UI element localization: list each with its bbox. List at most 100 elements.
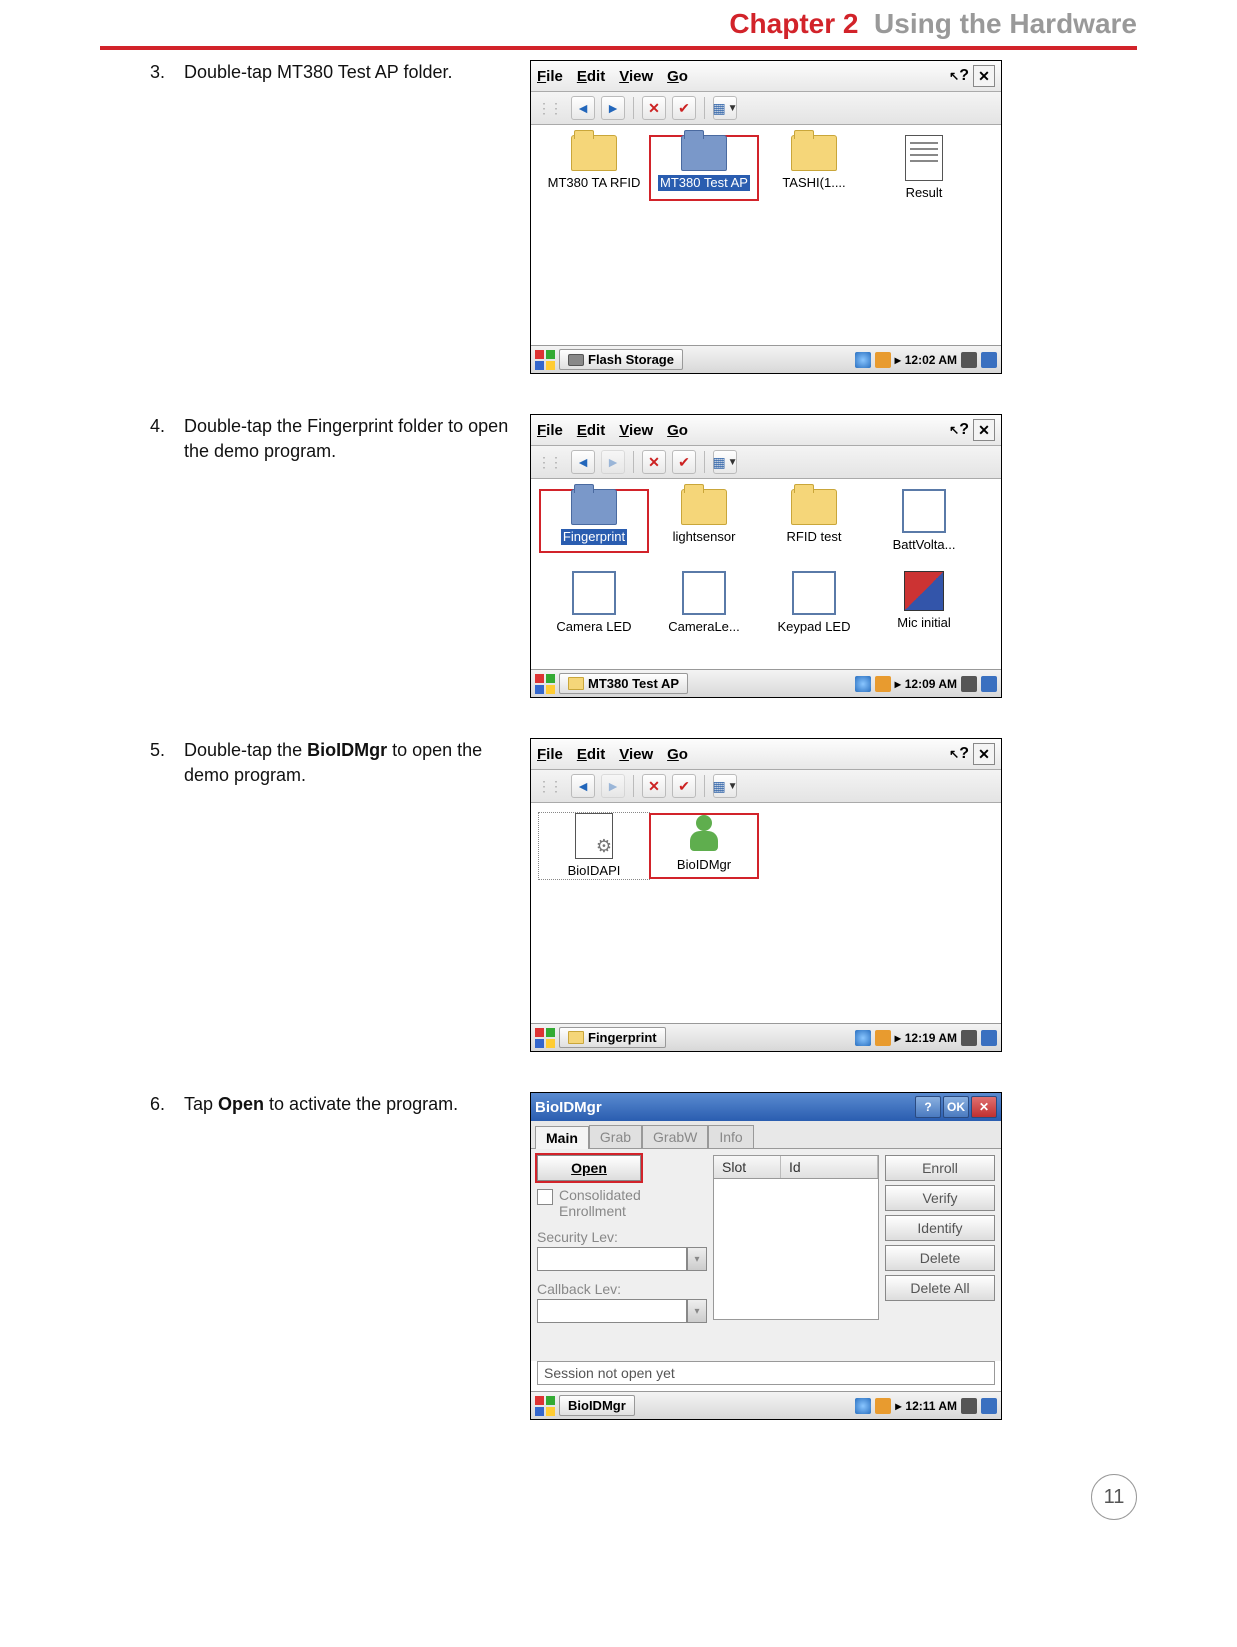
folder-mt380-test-ap[interactable]: MT380 Test AP: [649, 135, 759, 201]
tab-grabw[interactable]: GrabW: [642, 1125, 708, 1148]
close-button[interactable]: ✕: [973, 65, 995, 87]
close-button[interactable]: ✕: [971, 1096, 997, 1118]
folder-rfid-test[interactable]: RFID test: [759, 489, 869, 553]
menu-file[interactable]: File: [537, 746, 563, 763]
taskbar-app-button[interactable]: BioIDMgr: [559, 1395, 635, 1416]
view-mode-button[interactable]: ▦▼: [713, 96, 737, 120]
delete-button[interactable]: ✕: [642, 450, 666, 474]
app-camerale[interactable]: CameraLe...: [649, 571, 759, 635]
folder-mt380-ta-rfid[interactable]: MT380 TA RFID: [539, 135, 649, 201]
verify-button[interactable]: Verify: [885, 1185, 995, 1211]
menu-view[interactable]: View: [619, 422, 653, 439]
system-tray: ▸ 12:02 AM: [855, 352, 997, 368]
start-button[interactable]: [535, 350, 555, 370]
security-level-combo[interactable]: ▾: [537, 1247, 707, 1271]
delete-all-button[interactable]: Delete All: [885, 1275, 995, 1301]
keyboard-icon[interactable]: [961, 676, 977, 692]
open-button[interactable]: Open: [537, 1155, 641, 1181]
start-button[interactable]: [535, 1396, 555, 1416]
app-mic-initial[interactable]: Mic initial: [869, 571, 979, 635]
menu-edit[interactable]: Edit: [577, 746, 605, 763]
check-button[interactable]: ✔: [672, 774, 696, 798]
status-bar: Session not open yet: [537, 1361, 995, 1385]
callback-level-combo[interactable]: ▾: [537, 1299, 707, 1323]
app-battvolta[interactable]: BattVolta...: [869, 489, 979, 553]
keyboard-icon[interactable]: [961, 1030, 977, 1046]
col-id: Id: [781, 1156, 878, 1178]
identify-button[interactable]: Identify: [885, 1215, 995, 1241]
forward-button[interactable]: ►: [601, 96, 625, 120]
list-header: Slot Id: [713, 1155, 879, 1179]
taskbar-app-button[interactable]: Fingerprint: [559, 1027, 666, 1048]
help-icon[interactable]: ?: [949, 67, 969, 85]
volume-icon[interactable]: [875, 352, 891, 368]
menu-go[interactable]: Go: [667, 746, 688, 763]
file-bioidapi[interactable]: BioIDAPI: [539, 813, 649, 879]
delete-button[interactable]: ✕: [642, 96, 666, 120]
screen-icon[interactable]: [981, 1398, 997, 1414]
folder-icon: [791, 489, 837, 525]
network-icon[interactable]: [855, 1398, 871, 1414]
menu-go[interactable]: Go: [667, 68, 688, 85]
keyboard-icon[interactable]: [961, 352, 977, 368]
consolidated-checkbox-row[interactable]: Consolidated Enrollment: [537, 1187, 707, 1219]
menu-edit[interactable]: Edit: [577, 422, 605, 439]
volume-icon[interactable]: [875, 676, 891, 692]
menu-file[interactable]: File: [537, 422, 563, 439]
menu-edit[interactable]: Edit: [577, 68, 605, 85]
folder-tashi[interactable]: TASHI(1....: [759, 135, 869, 201]
back-button[interactable]: ◄: [571, 96, 595, 120]
file-result[interactable]: Result: [869, 135, 979, 201]
volume-icon[interactable]: [875, 1398, 891, 1414]
screen-icon[interactable]: [981, 1030, 997, 1046]
forward-button[interactable]: ►: [601, 450, 625, 474]
app-camera-led[interactable]: Camera LED: [539, 571, 649, 635]
chevron-down-icon[interactable]: ▾: [687, 1299, 707, 1323]
menu-view[interactable]: View: [619, 68, 653, 85]
step-4-text: 4. Double-tap the Fingerprint folder to …: [150, 414, 530, 464]
enroll-button[interactable]: Enroll: [885, 1155, 995, 1181]
help-icon[interactable]: ?: [949, 745, 969, 763]
keyboard-icon[interactable]: [961, 1398, 977, 1414]
screen-icon[interactable]: [981, 352, 997, 368]
folder-lightsensor[interactable]: lightsensor: [649, 489, 759, 553]
app-bioidmgr[interactable]: BioIDMgr: [649, 813, 759, 879]
tab-grab[interactable]: Grab: [589, 1125, 642, 1148]
volume-icon[interactable]: [875, 1030, 891, 1046]
start-button[interactable]: [535, 1028, 555, 1048]
close-button[interactable]: ✕: [973, 743, 995, 765]
back-button[interactable]: ◄: [571, 450, 595, 474]
list-body[interactable]: [713, 1179, 879, 1320]
document-icon: [905, 135, 943, 181]
menu-go[interactable]: Go: [667, 422, 688, 439]
back-button[interactable]: ◄: [571, 774, 595, 798]
disk-icon: [568, 354, 584, 366]
tab-main[interactable]: Main: [535, 1126, 589, 1149]
taskbar-app-button[interactable]: Flash Storage: [559, 349, 683, 370]
chevron-down-icon[interactable]: ▾: [687, 1247, 707, 1271]
network-icon[interactable]: [855, 676, 871, 692]
view-mode-button[interactable]: ▦▼: [713, 450, 737, 474]
delete-button[interactable]: ✕: [642, 774, 666, 798]
menu-view[interactable]: View: [619, 746, 653, 763]
folder-fingerprint[interactable]: Fingerprint: [539, 489, 649, 553]
delete-button[interactable]: Delete: [885, 1245, 995, 1271]
help-button[interactable]: ?: [915, 1096, 941, 1118]
app-keypad-led[interactable]: Keypad LED: [759, 571, 869, 635]
check-button[interactable]: ✔: [672, 450, 696, 474]
network-icon[interactable]: [855, 352, 871, 368]
check-button[interactable]: ✔: [672, 96, 696, 120]
menu-file[interactable]: File: [537, 68, 563, 85]
step-3-text: 3. Double-tap MT380 Test AP folder.: [150, 60, 530, 85]
tab-info[interactable]: Info: [708, 1125, 753, 1148]
screen-icon[interactable]: [981, 676, 997, 692]
view-mode-button[interactable]: ▦▼: [713, 774, 737, 798]
forward-button[interactable]: ►: [601, 774, 625, 798]
close-button[interactable]: ✕: [973, 419, 995, 441]
ok-button[interactable]: OK: [943, 1096, 969, 1118]
checkbox-icon[interactable]: [537, 1189, 553, 1205]
help-icon[interactable]: ?: [949, 421, 969, 439]
network-icon[interactable]: [855, 1030, 871, 1046]
start-button[interactable]: [535, 674, 555, 694]
taskbar-app-button[interactable]: MT380 Test AP: [559, 673, 688, 694]
